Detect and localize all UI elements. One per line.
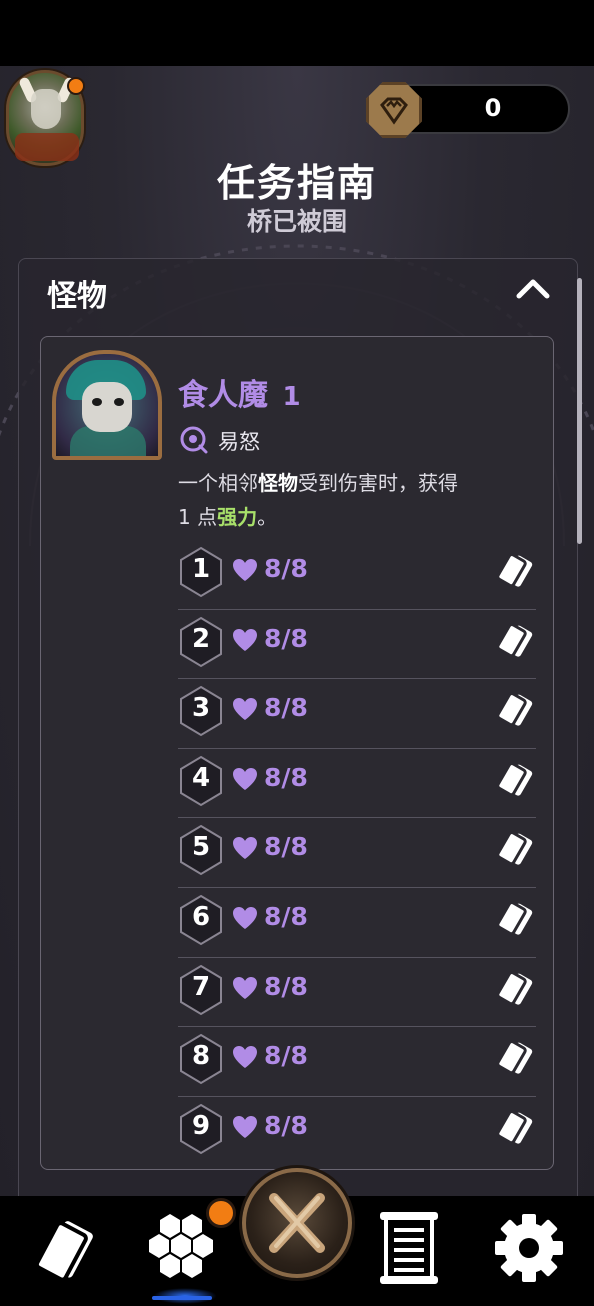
instance-hp: 8/8 <box>264 1110 308 1140</box>
monster-instance-row: 8 8/8 <box>178 1027 536 1097</box>
instance-number: 7 <box>191 971 211 1002</box>
instance-hp: 8/8 <box>264 901 308 931</box>
instance-number: 8 <box>191 1041 211 1072</box>
monster-description: 一个相邻怪物受到伤害时，获得 1 点强力。 <box>178 466 528 534</box>
instance-number: 5 <box>191 832 211 863</box>
desc-text: 受到伤害时，获得 <box>298 471 458 495</box>
crossed-swords-icon <box>269 1193 325 1253</box>
avatar-face <box>31 89 61 129</box>
monster-name: 食人魔 1 <box>178 370 301 414</box>
monster-instance-list: 1 8/8 2 8/8 3 8/8 4 8/8 5 8/8 6 8/8 7 8/8 8 8/8 9 8/8 <box>178 540 536 1166</box>
monsters-section-header[interactable]: 怪物 <box>19 259 577 321</box>
instance-number: 3 <box>191 693 211 724</box>
scroll-icon <box>380 1212 438 1284</box>
desc-keyword-strength: 强力 <box>217 505 258 529</box>
heart-icon <box>233 767 257 790</box>
monster-instance-row: 4 8/8 <box>178 749 536 819</box>
instance-number: 1 <box>191 554 211 584</box>
target-icon <box>180 426 208 454</box>
heart-icon <box>233 698 257 721</box>
portrait-eye <box>92 398 102 406</box>
ability-cards-icon[interactable] <box>494 759 534 803</box>
heart-icon <box>233 976 257 999</box>
instance-hp: 8/8 <box>264 554 308 583</box>
nav-cards[interactable] <box>22 1196 112 1306</box>
nav-quest-log[interactable] <box>364 1196 454 1306</box>
ability-cards-icon[interactable] <box>494 828 534 872</box>
instance-number: 9 <box>191 1110 211 1141</box>
instance-number: 2 <box>191 623 211 654</box>
ability-cards-icon[interactable] <box>494 550 534 594</box>
desc-text: 1 点 <box>178 505 218 529</box>
portrait-head <box>82 382 132 432</box>
ability-cards-icon[interactable] <box>494 898 534 942</box>
monster-instance-row: 7 8/8 <box>178 958 536 1028</box>
desc-text: 一个相邻 <box>178 471 258 495</box>
heart-icon <box>233 559 257 581</box>
ogre-portrait <box>52 350 162 460</box>
ability-cards-icon[interactable] <box>494 620 534 664</box>
instance-hp: 8/8 <box>264 1041 308 1071</box>
monster-name-text: 食人魔 <box>178 378 268 413</box>
heart-icon <box>233 906 257 929</box>
page-subtitle: 桥已被围 <box>246 207 347 236</box>
heart-icon <box>233 628 257 651</box>
ability-cards-icon[interactable] <box>494 689 534 733</box>
monster-instance-row: 2 8/8 <box>178 610 536 680</box>
active-tab-indicator <box>152 1296 212 1300</box>
scrollbar-thumb[interactable] <box>577 278 582 544</box>
status-bar <box>0 0 594 66</box>
ability-cards-icon[interactable] <box>494 1037 534 1081</box>
heart-icon <box>233 1115 257 1138</box>
ability-cards-icon[interactable] <box>494 968 534 1012</box>
currency-value: 0 <box>484 94 502 122</box>
instance-hp: 8/8 <box>264 762 308 792</box>
cards-icon <box>34 1221 93 1282</box>
monster-instance-row: 9 8/8 <box>178 1097 536 1167</box>
monster-instance-row: 5 8/8 <box>178 818 536 888</box>
desc-keyword-monster: 怪物 <box>258 471 298 495</box>
desc-text: 。 <box>257 505 278 529</box>
instance-number: 4 <box>191 762 211 793</box>
instance-hp: 8/8 <box>264 693 308 723</box>
heart-icon <box>233 837 257 860</box>
battle-button[interactable] <box>242 1168 352 1278</box>
heart-icon <box>233 1046 257 1069</box>
monster-count: 1 <box>282 382 301 412</box>
instance-number: 6 <box>191 901 211 932</box>
currency-counter: 0 <box>366 82 570 138</box>
monster-instance-row: 3 8/8 <box>178 679 536 749</box>
ability-cards-icon[interactable] <box>494 1107 534 1151</box>
instance-hp: 8/8 <box>264 971 308 1001</box>
notification-dot <box>67 77 85 95</box>
portrait-eye <box>114 398 124 406</box>
instance-hp: 8/8 <box>264 832 308 862</box>
gear-icon <box>495 1214 563 1282</box>
instance-hp: 8/8 <box>264 623 308 653</box>
nav-hex-map[interactable] <box>130 1196 240 1306</box>
nav-settings[interactable] <box>484 1196 574 1306</box>
trait-label: 易怒 <box>218 430 260 454</box>
monster-instance-row: 1 8/8 <box>178 540 536 610</box>
section-title: 怪物 <box>47 279 107 314</box>
monster-instance-row: 6 8/8 <box>178 888 536 958</box>
notification-dot <box>206 1198 236 1228</box>
bottom-navbar <box>0 1168 594 1306</box>
chevron-up-icon[interactable] <box>513 269 553 309</box>
nav-battle[interactable] <box>242 1168 352 1306</box>
page-title: 任务指南 <box>216 161 377 205</box>
